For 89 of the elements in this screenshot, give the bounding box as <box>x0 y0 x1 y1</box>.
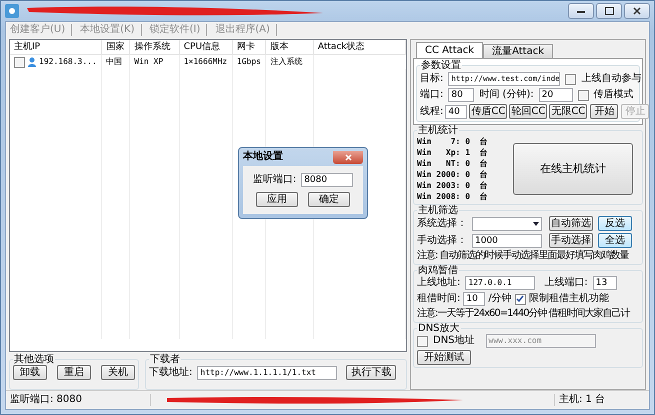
dialog-title: 本地设置 <box>243 151 283 163</box>
unit-label: /分钟 <box>488 293 512 305</box>
host-count-text: 主机: 1 台 <box>554 394 649 406</box>
note-text: 注意:一天等于24x60=1440分钟 借租时间大家自己计 <box>417 308 630 320</box>
group-title: 肉鸡暂借 <box>417 265 459 276</box>
field-label: 目标: <box>420 73 444 85</box>
checkbox[interactable] <box>565 74 576 84</box>
dialog-button[interactable]: 应用 <box>256 192 298 207</box>
table-cell: 1×1666MHz <box>184 57 228 66</box>
filter-button[interactable]: 全选 <box>598 233 632 248</box>
stat-line: Win 7: 0 台 <box>417 136 488 147</box>
group-title: 下载者 <box>149 354 181 365</box>
time-field[interactable]: 20 <box>538 88 573 102</box>
tab[interactable]: CC Attack <box>416 42 484 58</box>
column-header[interactable]: CPU信息 <box>179 40 232 54</box>
column-header[interactable]: 国家 <box>102 40 130 54</box>
group-title: DNS放大 <box>417 323 461 334</box>
field-label: 上线地址: <box>417 277 460 289</box>
field-label: 系统选择： <box>417 218 467 230</box>
group-title: 参数设置 <box>420 60 462 71</box>
download-button[interactable]: 执行下载 <box>346 365 396 380</box>
column-header[interactable]: 主机IP <box>10 40 102 54</box>
rent-time-field[interactable]: 10 <box>463 292 486 306</box>
table-cell: 注入系统 <box>270 57 302 66</box>
stat-line: Win 2000: 0 台 <box>417 169 488 180</box>
threads-field[interactable]: 40 <box>445 104 468 118</box>
port-field[interactable]: 80 <box>448 88 474 102</box>
column-header[interactable]: 版本 <box>266 40 314 54</box>
attack-button[interactable]: 开始 <box>590 104 618 119</box>
minimize-icon <box>577 9 585 13</box>
maximize-button[interactable] <box>596 3 622 19</box>
filter-button[interactable]: 自动筛选 <box>549 216 593 231</box>
attack-button[interactable]: 无限CC <box>549 104 588 119</box>
close-button[interactable] <box>624 3 650 19</box>
attack-button[interactable]: 轮回CC <box>509 104 548 119</box>
table-cell: Win XP <box>134 57 164 66</box>
table-cell: 中国 <box>106 57 122 66</box>
test-button[interactable]: 开始测试 <box>417 350 471 365</box>
stat-line: Win 2008: 0 台 <box>417 191 488 202</box>
table-cell: 1Gbps <box>236 57 261 66</box>
attack-button[interactable]: 传盾CC <box>469 104 508 119</box>
filter-button[interactable]: 手动选择 <box>549 233 593 248</box>
option-button[interactable]: 卸载 <box>13 365 47 380</box>
field-label: 端口: <box>420 89 444 101</box>
field-label: 手动选择： <box>417 234 467 246</box>
group-title: 主机统计 <box>417 125 459 136</box>
stat-line: Win 2003: 0 台 <box>417 180 488 191</box>
address-field[interactable]: 127.0.0.1 <box>465 276 536 290</box>
port-field[interactable]: 8080 <box>301 173 354 187</box>
checkbox-label: 上线自动参与 <box>581 73 642 85</box>
column-header[interactable]: Attack状态 <box>313 40 406 54</box>
filter-button[interactable]: 反选 <box>598 216 632 231</box>
checkbox[interactable] <box>514 294 526 304</box>
column-header[interactable]: 网卡 <box>232 40 266 54</box>
field-label: 时间 (分钟): <box>479 89 534 101</box>
stat-line: Win NT: 0 台 <box>417 158 488 169</box>
option-button[interactable]: 重启 <box>57 365 91 380</box>
stat-line: Win Xp: 1 台 <box>417 147 488 158</box>
field-label: 监听端口: <box>252 174 296 186</box>
minimize-button[interactable] <box>568 3 594 19</box>
status-text: 监听端口: 8080 <box>6 394 151 406</box>
url-field[interactable]: http://www.1.1.1.1/1.txt <box>197 366 338 380</box>
table-cell: 192.168.3... <box>39 56 97 68</box>
dialog-button[interactable]: 确定 <box>308 192 350 207</box>
count-field[interactable]: 1000 <box>472 234 542 248</box>
checkbox-label: 传盾模式 <box>594 89 634 101</box>
app-icon <box>5 4 19 18</box>
checkbox[interactable] <box>417 336 428 346</box>
maximize-icon <box>604 7 614 15</box>
note-text: 注意: 自动筛选的时候手动选择里面最好填写肉鸡数量 <box>417 250 629 262</box>
checkbox-label: DNS地址 <box>433 335 475 347</box>
checkbox-label: 限制租借主机功能 <box>528 293 609 305</box>
tab[interactable]: 流量Attack <box>483 44 554 58</box>
user-icon <box>28 57 36 67</box>
field-label: 上线端口: <box>544 277 588 289</box>
field-label: 下载地址: <box>149 366 192 378</box>
row-checkbox[interactable] <box>14 56 25 68</box>
field-label: 线程: <box>420 106 444 118</box>
online-stats-button[interactable]: 在线主机统计 <box>513 143 633 195</box>
field-label: 租借时间: <box>417 293 460 305</box>
port-field[interactable]: 13 <box>592 276 617 290</box>
close-icon <box>633 7 641 15</box>
group-title: 主机筛选 <box>417 205 459 216</box>
group-title: 其他选项 <box>13 354 55 365</box>
dropdown-arrow-icon <box>533 222 539 226</box>
close-icon <box>344 154 352 160</box>
checkbox[interactable] <box>578 90 589 100</box>
column-header[interactable]: 操作系统 <box>130 40 180 54</box>
option-button[interactable]: 关机 <box>101 365 135 380</box>
